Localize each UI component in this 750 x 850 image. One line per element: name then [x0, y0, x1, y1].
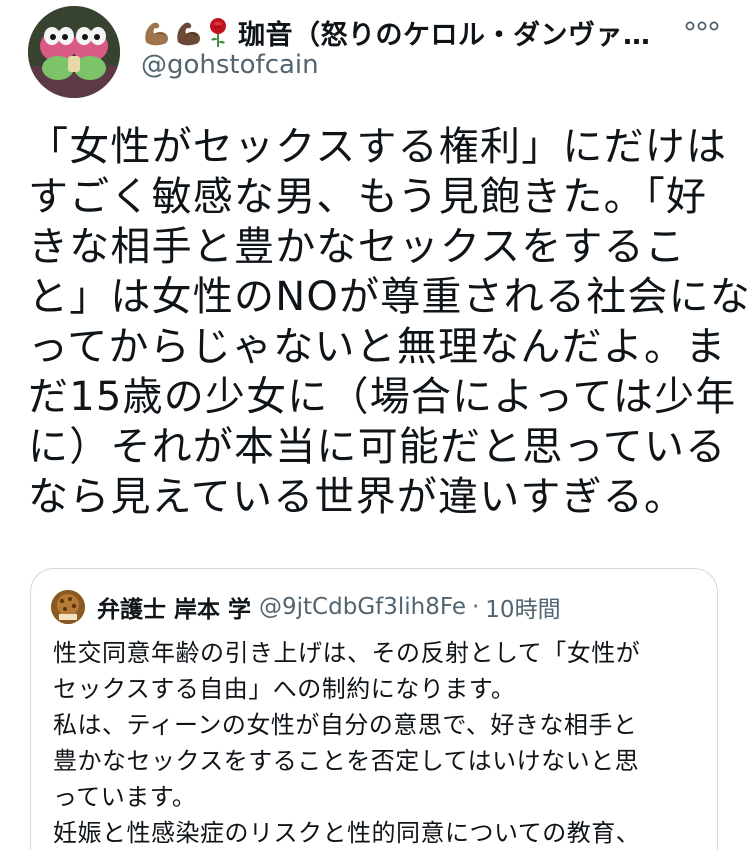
tweet-text-line: 「女性がセックスする権利」にだけは — [28, 124, 728, 170]
rose-icon — [210, 18, 226, 47]
tweet-text-line: に）それが本当に可能だと思っている — [28, 424, 727, 470]
more-options-icon — [685, 21, 719, 31]
flexed-biceps-icon — [145, 22, 168, 46]
tweet-text-line: きな相手と豊かなセックスをするこ — [28, 224, 686, 270]
tweet-text-line: なら見えている世界が違いすぎる。 — [28, 474, 686, 520]
author-handle[interactable]: @gohstofcain — [141, 50, 319, 80]
frog-plush-avatar-icon — [28, 6, 120, 98]
quoted-display-name[interactable]: 弁護士 岸本 学 — [97, 590, 251, 624]
flexed-biceps-icon — [177, 22, 200, 46]
quoted-text-line: 私は、ティーンの女性が自分の意思で、好きな相手と — [53, 711, 638, 739]
author-name-line[interactable]: 珈音（怒りのケロル・ダンヴァ… — [140, 12, 670, 52]
quoted-avatar-icon — [51, 590, 85, 624]
tweet-page: 珈音（怒りのケロル・ダンヴァ… @gohstofcain 「女性がセックスする権… — [0, 0, 750, 850]
quoted-handle[interactable]: @9jtCdbGf3lih8Fe — [259, 594, 466, 620]
quoted-text-line: 豊かなセックスをすることを否定してはいけないと思 — [53, 747, 640, 775]
tweet-text-line: すごく敏感な男、もう見飽きた。「好 — [28, 174, 708, 220]
quoted-text-line: セックスする自由」への制約になります。 — [53, 675, 516, 703]
quoted-separator: · — [471, 594, 480, 620]
tweet-text: 「女性がセックスする権利」にだけは すごく敏感な男、もう見飽きた。「好 きな相手… — [28, 122, 750, 522]
quoted-tweet-text: 性交同意年齢の引き上げは、その反射として「女性が セックスする自由」への制約にな… — [53, 635, 713, 850]
quoted-tweet-card[interactable]: 弁護士 岸本 学 @9jtCdbGf3lih8Fe · 10時間 性交同意年齢の… — [30, 568, 718, 850]
tweet-text-line: と」は女性のNOが尊重される社会にな — [28, 274, 750, 320]
quoted-avatar[interactable] — [51, 590, 85, 624]
tweet-header: 珈音（怒りのケロル・ダンヴァ… @gohstofcain — [28, 4, 728, 104]
tweet-text-line: ってからじゃないと無理なんだよ。ま — [28, 324, 727, 370]
quoted-text-line: 妊娠と性感染症のリスクと性的同意についての教育、 — [53, 819, 641, 847]
quoted-timestamp[interactable]: 10時間 — [485, 590, 560, 624]
tweet-text-line: だ15歳の少女に（場合によっては少年 — [28, 374, 737, 420]
quoted-text-line: 性交同意年齢の引き上げは、その反射として「女性が — [53, 639, 641, 667]
avatar[interactable] — [28, 6, 120, 98]
quoted-tweet-header: 弁護士 岸本 学 @9jtCdbGf3lih8Fe · 10時間 — [51, 589, 561, 625]
more-options-button[interactable] — [682, 12, 722, 40]
author-display-name[interactable]: 珈音（怒りのケロル・ダンヴァ… — [238, 13, 651, 52]
quoted-text-line: っています。 — [53, 783, 197, 811]
name-emojis — [140, 16, 232, 48]
